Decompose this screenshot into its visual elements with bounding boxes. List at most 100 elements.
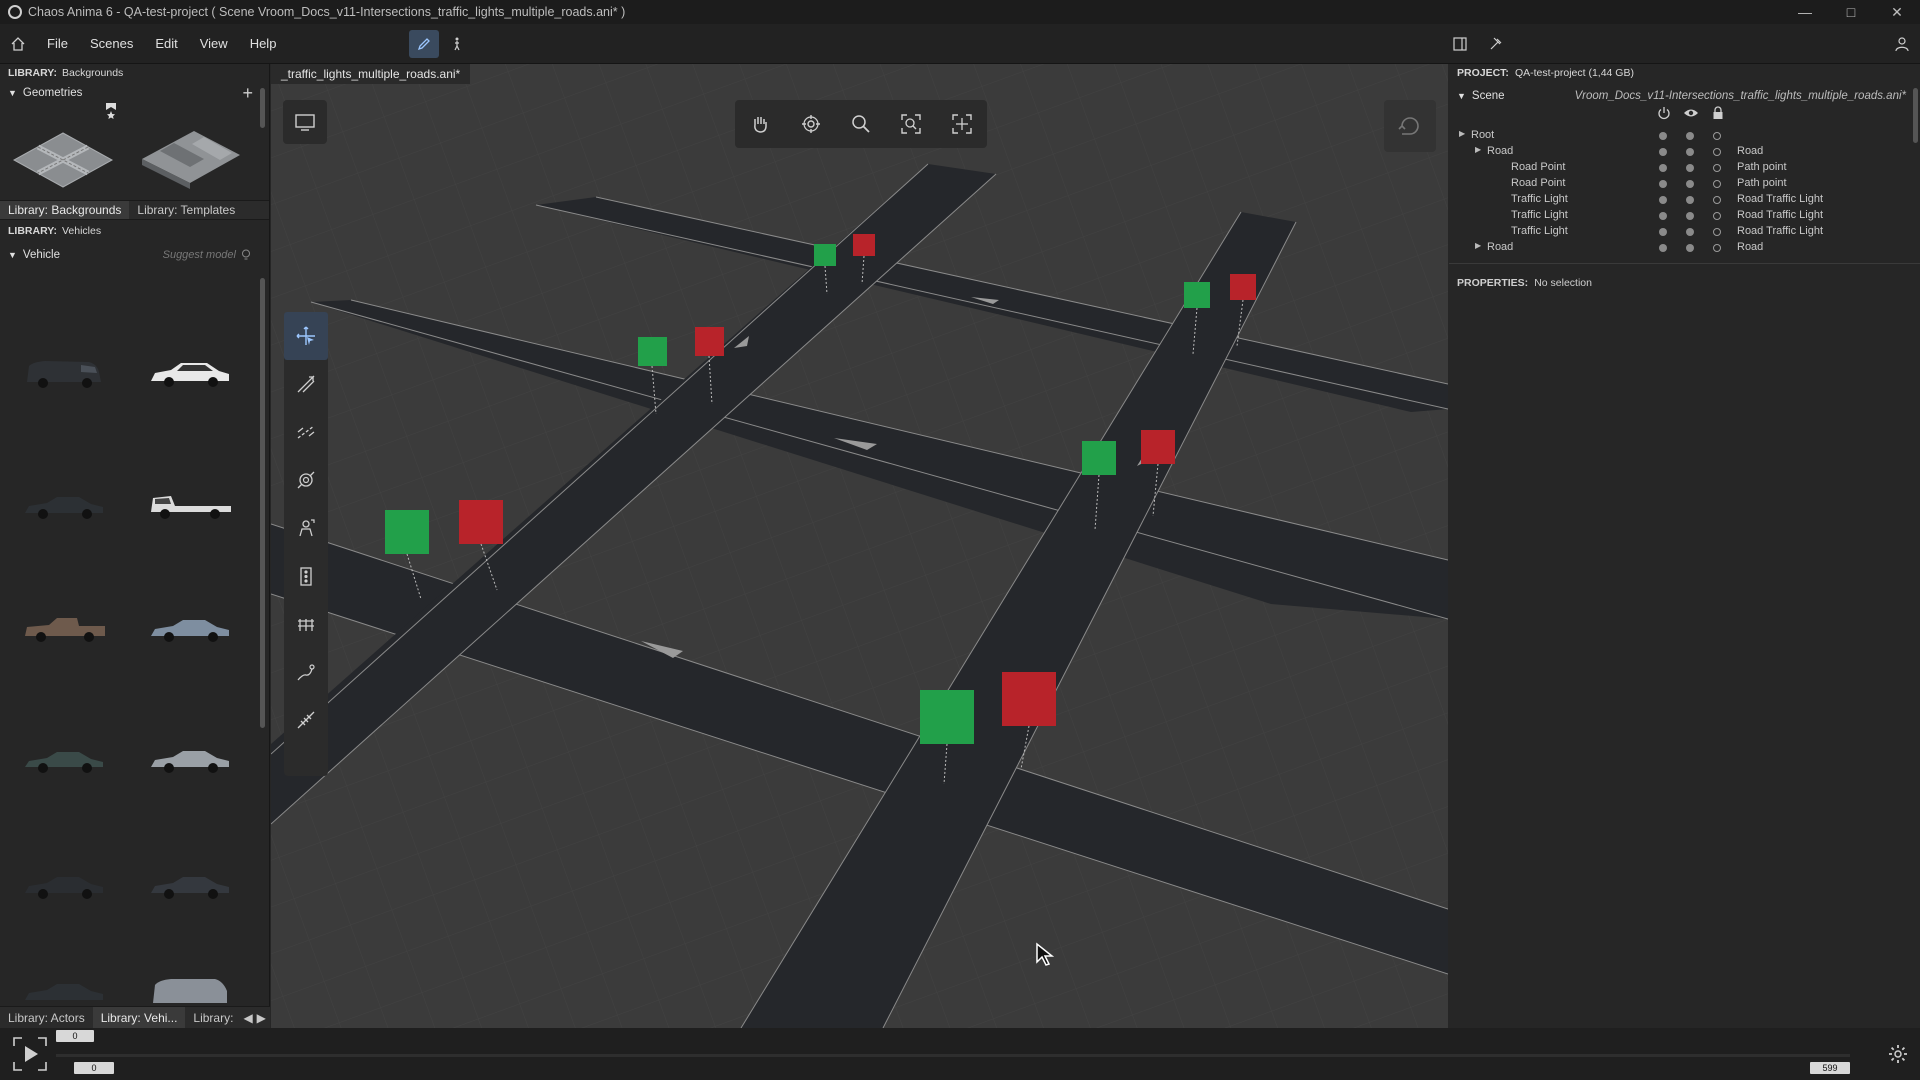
lane-icon[interactable]: [284, 408, 328, 456]
vehicle-partial-1[interactable]: [14, 978, 114, 1008]
scene-tree-row[interactable]: Traffic Light Road Traffic Light: [1449, 208, 1909, 224]
eye-icon[interactable]: [1683, 106, 1699, 120]
crosswalk-icon[interactable]: [284, 696, 328, 744]
hand-icon[interactable]: [740, 104, 780, 144]
timeline-current-frame[interactable]: 0: [56, 1030, 94, 1042]
document-tab[interactable]: _traffic_lights_multiple_roads.ani*: [271, 64, 471, 84]
focus-icon[interactable]: [891, 104, 931, 144]
visibility-toggle[interactable]: [1686, 244, 1694, 252]
vehicle-sedan-black[interactable]: [14, 856, 114, 916]
gear-icon[interactable]: [1886, 1042, 1910, 1066]
menu-edit[interactable]: Edit: [144, 36, 188, 51]
geometries-scrollbar[interactable]: [260, 88, 265, 128]
orbit-icon[interactable]: [791, 104, 831, 144]
tab-library-backgrounds[interactable]: Library: Backgrounds: [0, 201, 130, 219]
vehicle-sedan-silver[interactable]: [140, 730, 240, 790]
scene-tree-row[interactable]: Road Point Path point: [1449, 160, 1909, 176]
visibility-toggle[interactable]: [1686, 180, 1694, 188]
minimize-icon[interactable]: —: [1782, 0, 1828, 24]
visibility-toggle[interactable]: [1686, 164, 1694, 172]
vehicle-sedan-dark[interactable]: [14, 476, 114, 536]
tab-library-more[interactable]: Library:: [185, 1007, 241, 1028]
collapse-triangle-icon[interactable]: ▼: [1457, 91, 1466, 101]
timeline-end-frame[interactable]: 599: [1810, 1062, 1850, 1074]
expand-arrow-icon[interactable]: ▶: [1475, 241, 1481, 250]
roundabout-icon[interactable]: [284, 456, 328, 504]
visibility-toggle[interactable]: [1686, 148, 1694, 156]
geometries-section[interactable]: ▼ Geometries +: [0, 82, 269, 104]
visibility-toggle[interactable]: [1686, 228, 1694, 236]
select-move-icon[interactable]: [284, 312, 328, 360]
road-draw-icon[interactable]: [284, 360, 328, 408]
lock-toggle[interactable]: [1713, 132, 1721, 140]
enabled-toggle[interactable]: [1659, 196, 1667, 204]
undo-icon[interactable]: [1384, 100, 1436, 152]
traffic-light-icon[interactable]: [284, 552, 328, 600]
scene-scrollbar[interactable]: [1913, 88, 1918, 143]
vehicles-scrollbar[interactable]: [260, 278, 265, 728]
pin-icon[interactable]: [1478, 24, 1514, 64]
maximize-icon[interactable]: □: [1828, 0, 1874, 24]
play-icon[interactable]: [12, 1036, 48, 1072]
fence-icon[interactable]: [284, 600, 328, 648]
menu-help[interactable]: Help: [239, 36, 288, 51]
scene-render[interactable]: [271, 64, 1448, 1028]
lock-toggle[interactable]: [1713, 228, 1721, 236]
tab-scroll-right-icon[interactable]: ▶: [255, 1007, 268, 1028]
expand-arrow-icon[interactable]: ▶: [1475, 145, 1481, 154]
menu-file[interactable]: File: [36, 36, 79, 51]
user-icon[interactable]: [1884, 24, 1920, 64]
tab-scroll-left-icon[interactable]: ◀: [241, 1007, 254, 1028]
lock-icon[interactable]: [1711, 106, 1725, 120]
frame-all-icon[interactable]: [942, 104, 982, 144]
vehicle-sedan-green[interactable]: [14, 730, 114, 790]
power-icon[interactable]: [1657, 106, 1671, 120]
vehicle-flatbed-truck[interactable]: [140, 476, 240, 536]
add-icon[interactable]: +: [242, 83, 253, 104]
tab-library-vehicles[interactable]: Library: Vehi...: [92, 1007, 186, 1028]
tab-library-actors[interactable]: Library: Actors: [0, 1007, 93, 1028]
enabled-toggle[interactable]: [1659, 228, 1667, 236]
edit-mode-button[interactable]: [409, 30, 439, 58]
scene-tree-row[interactable]: ▶ Road Road: [1449, 144, 1909, 160]
vehicle-pickup-brown[interactable]: [14, 599, 114, 659]
vehicle-van-dark[interactable]: [14, 344, 114, 404]
expand-arrow-icon[interactable]: ▶: [1459, 129, 1465, 138]
timeline-track[interactable]: [56, 1054, 1850, 1057]
geometry-thumbnail-parking[interactable]: [126, 120, 252, 200]
visibility-toggle[interactable]: [1686, 132, 1694, 140]
timeline-start-frame[interactable]: 0: [74, 1062, 114, 1074]
vehicle-suv-white[interactable]: [140, 344, 240, 404]
menu-view[interactable]: View: [189, 36, 239, 51]
walk-mode-button[interactable]: [442, 30, 472, 58]
enabled-toggle[interactable]: [1659, 212, 1667, 220]
scene-tree-row[interactable]: Road Point Path point: [1449, 176, 1909, 192]
home-icon[interactable]: [0, 24, 36, 64]
scene-tree-row[interactable]: Traffic Light Road Traffic Light: [1449, 224, 1909, 240]
collapse-triangle-icon[interactable]: ▼: [8, 250, 17, 260]
scene-tree-row[interactable]: ▶ Road Road: [1449, 240, 1909, 256]
lock-toggle[interactable]: [1713, 244, 1721, 252]
collapse-triangle-icon[interactable]: ▼: [8, 88, 17, 98]
lock-toggle[interactable]: [1713, 164, 1721, 172]
lock-toggle[interactable]: [1713, 196, 1721, 204]
scene-tree-row[interactable]: Traffic Light Road Traffic Light: [1449, 192, 1909, 208]
suggest-model-button[interactable]: Suggest model: [163, 249, 251, 261]
lock-toggle[interactable]: [1713, 212, 1721, 220]
enabled-toggle[interactable]: [1659, 180, 1667, 188]
scene-section[interactable]: ▼ Scene Vroom_Docs_v11-Intersections_tra…: [1449, 86, 1920, 106]
lock-toggle[interactable]: [1713, 148, 1721, 156]
menu-scenes[interactable]: Scenes: [79, 36, 144, 51]
screen-icon[interactable]: [283, 100, 327, 144]
visibility-toggle[interactable]: [1686, 212, 1694, 220]
enabled-toggle[interactable]: [1659, 164, 1667, 172]
enabled-toggle[interactable]: [1659, 148, 1667, 156]
vehicle-section[interactable]: ▼ Vehicle Suggest model: [0, 244, 269, 266]
vehicle-partial-2[interactable]: [140, 978, 240, 1008]
path-icon[interactable]: [284, 648, 328, 696]
enabled-toggle[interactable]: [1659, 244, 1667, 252]
enabled-toggle[interactable]: [1659, 132, 1667, 140]
visibility-toggle[interactable]: [1686, 196, 1694, 204]
zoom-icon[interactable]: [841, 104, 881, 144]
close-icon[interactable]: ✕: [1874, 0, 1920, 24]
